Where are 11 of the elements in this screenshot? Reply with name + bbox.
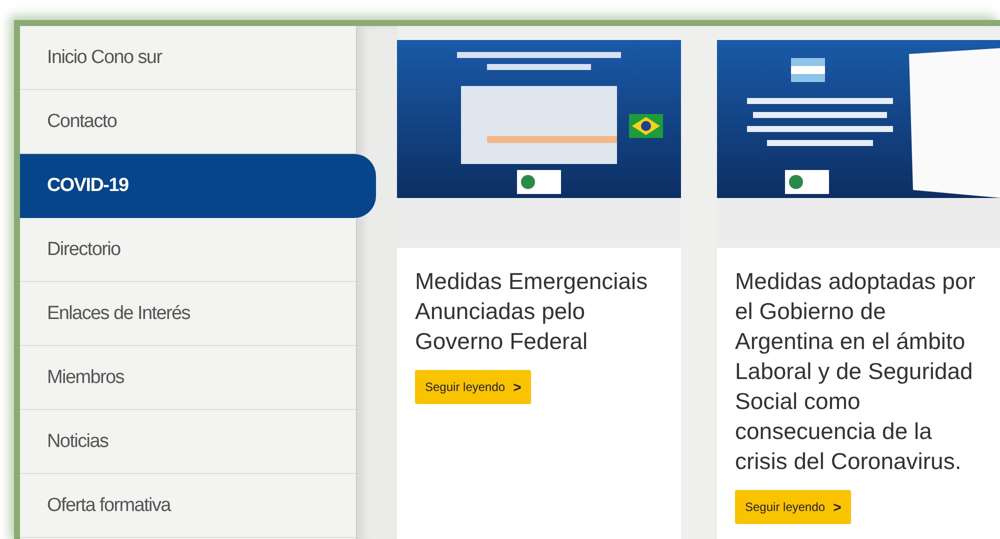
sidebar-item[interactable]: Enlaces de Interés	[20, 282, 356, 346]
sidebar-item[interactable]: Noticias	[20, 410, 356, 474]
sidebar-item[interactable]: Miembros	[20, 346, 356, 410]
read-more-button[interactable]: Seguir leyendo >	[415, 370, 532, 404]
card-title: Medidas adoptadas por el Gobierno de Argentina en el ámbito Laboral y de Seguridad Social como consecuencia de la crisis del Coronavirus.	[735, 267, 976, 476]
sidebar-item[interactable]: COVID-19	[20, 154, 376, 218]
sidebar-item[interactable]: Oferta formativa	[20, 474, 356, 538]
card-title: Medidas Emergenciais Anunciadas pelo Governo Federal	[415, 267, 649, 356]
sidebar-item[interactable]: Inicio Cono sur	[20, 26, 356, 90]
sidebar-item[interactable]: Directorio	[20, 218, 356, 282]
read-more-button[interactable]: Seguir leyendo >	[735, 490, 852, 524]
